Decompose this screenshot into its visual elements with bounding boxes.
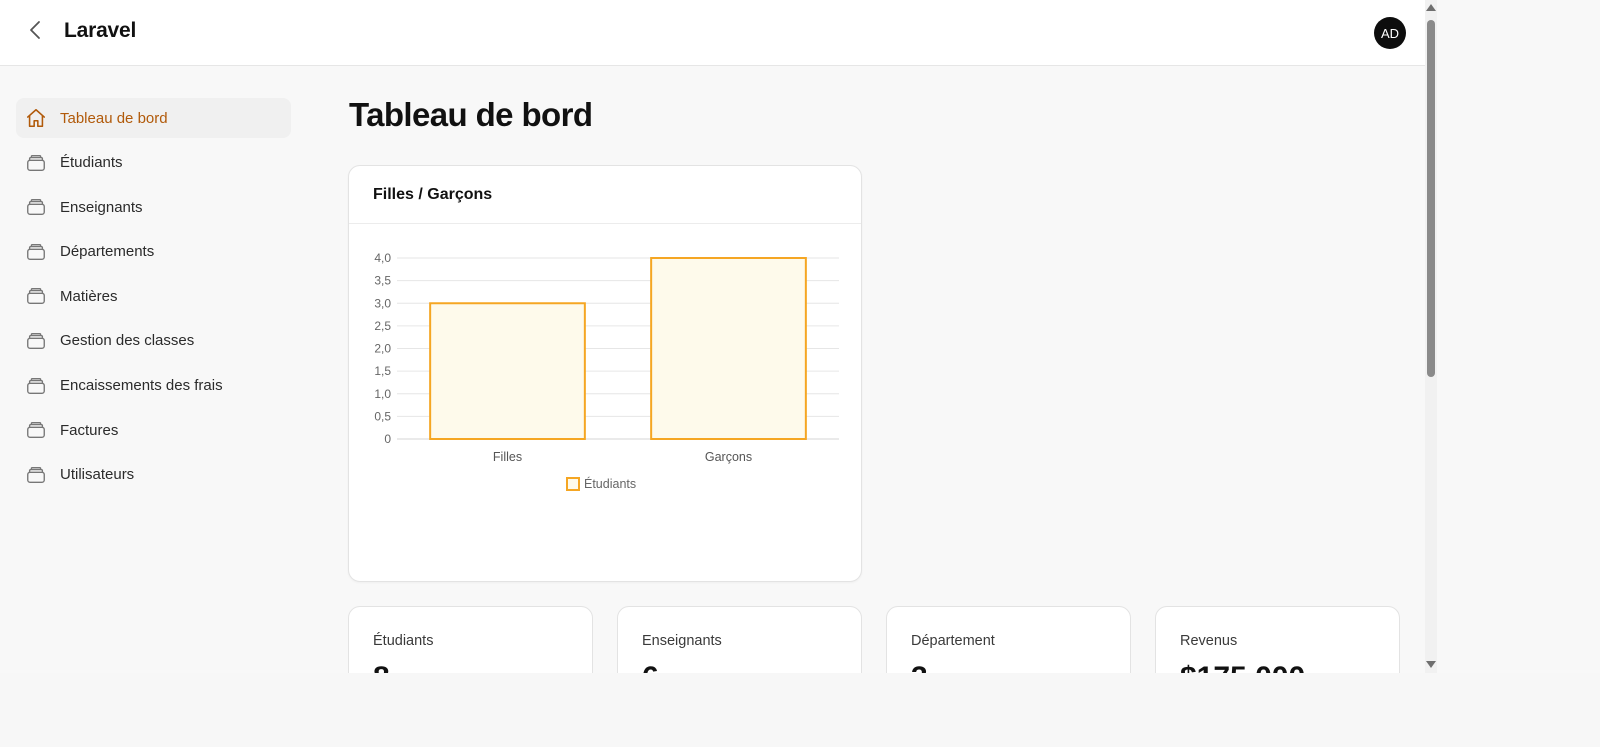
sidebar-item-label: Matières [60, 287, 118, 305]
stat-label: Département [911, 633, 995, 649]
sidebar-item-departements[interactable]: Départements [16, 232, 291, 272]
y-tick-label: 2,5 [374, 319, 391, 333]
back-button[interactable] [22, 19, 48, 45]
sidebar-item-etudiants[interactable]: Étudiants [16, 143, 291, 183]
sidebar-item-label: Gestion des classes [60, 332, 195, 350]
stat-card-students: Étudiants 8 [348, 606, 593, 673]
app-viewport: Laravel AD Tableau de bord Étudiants Ensei… [0, 0, 1425, 673]
gender-chart-card: Filles / Garçons 0 0,5 1,0 1,5 2,0 2,5 3,0 3,5 4… [348, 165, 862, 582]
viewport-bottom-area [0, 673, 1600, 747]
stack-icon [25, 375, 47, 397]
sidebar-item-encaissements-des-frais[interactable]: Encaissements des frais [16, 366, 291, 406]
sidebar-item-factures[interactable]: Factures [16, 410, 291, 450]
bar-garcons [650, 257, 807, 440]
stat-value: 6 [642, 661, 659, 673]
y-tick-label: 1,0 [374, 387, 391, 401]
stack-icon [25, 196, 47, 218]
x-tick-label: Garçons [705, 450, 752, 464]
stat-label: Enseignants [642, 633, 722, 649]
scroll-thumb[interactable] [1427, 20, 1435, 377]
stat-card-departments: Département 3 [886, 606, 1131, 673]
chevron-left-icon [28, 20, 42, 45]
stat-value: 8 [373, 661, 390, 673]
stack-icon [25, 241, 47, 263]
sidebar-item-utilisateurs[interactable]: Utilisateurs [16, 455, 291, 495]
stack-icon [25, 464, 47, 486]
user-avatar[interactable]: AD [1374, 17, 1406, 49]
y-tick-label: 0 [384, 432, 391, 446]
sidebar-item-label: Départements [60, 243, 155, 261]
sidebar-item-label: Étudiants [60, 154, 123, 172]
sidebar-item-label: Factures [60, 421, 119, 439]
stat-label: Revenus [1180, 633, 1238, 649]
y-tick-label: 2,0 [374, 342, 391, 356]
scroll-up-arrow-icon[interactable] [1426, 4, 1436, 11]
top-bar: Laravel AD [0, 0, 1425, 66]
stat-value: 3 [911, 661, 928, 673]
home-icon [25, 107, 47, 129]
sidebar-item-label: Tableau de bord [60, 109, 168, 127]
sidebar-item-label: Enseignants [60, 198, 143, 216]
sidebar-item-tableau-de-bord[interactable]: Tableau de bord [16, 98, 291, 138]
sidebar-item-label: Encaissements des frais [60, 377, 223, 395]
sidebar-item-label: Utilisateurs [60, 466, 135, 484]
stack-icon [25, 285, 47, 307]
gender-bar-chart: 0 0,5 1,0 1,5 2,0 2,5 3,0 3,5 4,0 Filles Garçons Ét… [374, 251, 839, 491]
stack-icon [25, 152, 47, 174]
legend-swatch [566, 477, 580, 491]
stat-label: Étudiants [373, 633, 434, 649]
vertical-scrollbar[interactable] [1425, 0, 1437, 673]
sidebar-nav: Tableau de bord Étudiants Enseignants Dépar… [16, 98, 291, 499]
y-tick-label: 1,5 [374, 364, 391, 378]
chart-card-title: Filles / Garçons [349, 166, 861, 224]
stat-value: $175,000 [1180, 661, 1305, 673]
y-tick-label: 0,5 [374, 409, 391, 423]
stat-card-revenue: Revenus $175,000 [1155, 606, 1400, 673]
y-tick-label: 3,0 [374, 296, 391, 310]
app-brand[interactable]: Laravel [64, 19, 136, 43]
sidebar-item-matieres[interactable]: Matières [16, 276, 291, 316]
bar-filles [429, 302, 586, 440]
sidebar-item-enseignants[interactable]: Enseignants [16, 187, 291, 227]
legend-label: Étudiants [584, 476, 636, 491]
stat-card-teachers: Enseignants 6 [617, 606, 862, 673]
stack-icon [25, 330, 47, 352]
sidebar-item-gestion-des-classes[interactable]: Gestion des classes [16, 321, 291, 361]
x-tick-label: Filles [493, 450, 522, 464]
scroll-down-arrow-icon[interactable] [1426, 661, 1436, 668]
y-tick-label: 3,5 [374, 274, 391, 288]
y-tick-label: 4,0 [374, 251, 391, 265]
page-title: Tableau de bord [349, 96, 593, 133]
stack-icon [25, 419, 47, 441]
